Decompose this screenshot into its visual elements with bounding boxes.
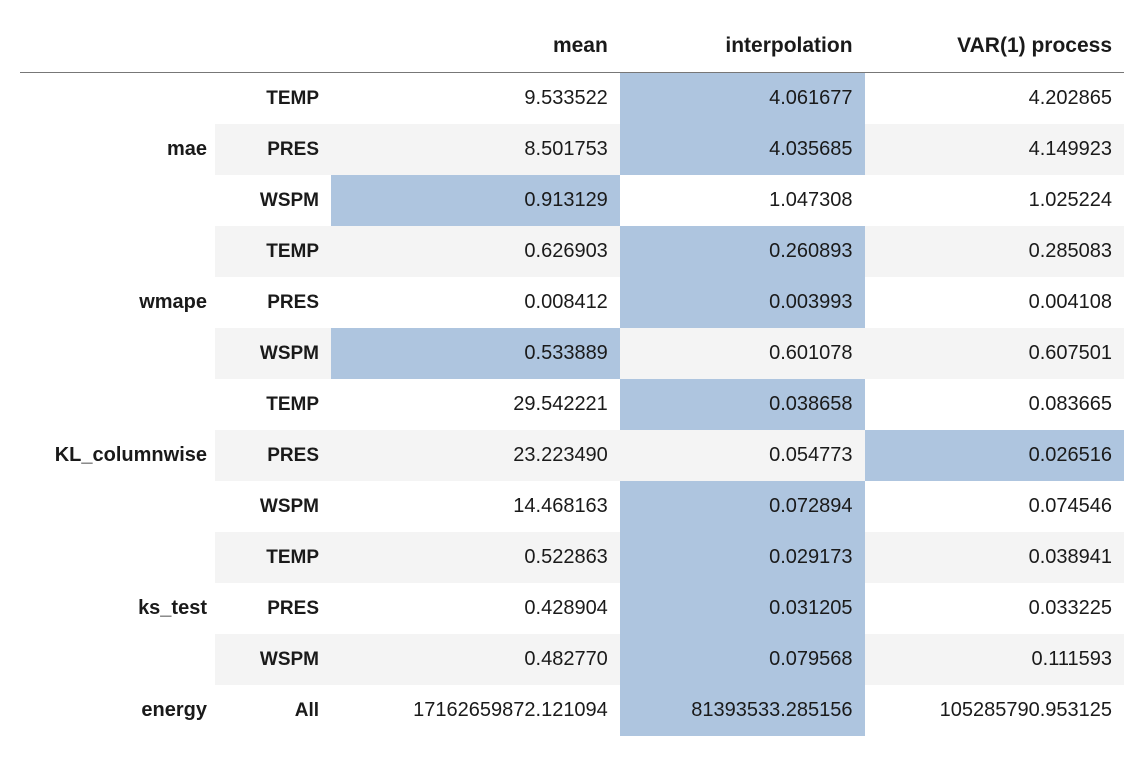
sub-all: All (215, 685, 331, 736)
cell-value: 0.482770 (331, 634, 620, 685)
cell-value: 4.035685 (620, 124, 865, 175)
cell-value: 4.202865 (865, 73, 1124, 125)
cell-value: 0.003993 (620, 277, 865, 328)
sub-pres: PRES (215, 124, 331, 175)
cell-value: 0.038658 (620, 379, 865, 430)
cell-value: 0.008412 (331, 277, 620, 328)
group-mae: mae (20, 73, 215, 227)
cell-value: 0.038941 (865, 532, 1124, 583)
cell-value: 4.061677 (620, 73, 865, 125)
header-mean: mean (331, 20, 620, 73)
sub-temp: TEMP (215, 532, 331, 583)
sub-pres: PRES (215, 583, 331, 634)
header-var1: VAR(1) process (865, 20, 1124, 73)
cell-value: 1.025224 (865, 175, 1124, 226)
cell-value: 0.004108 (865, 277, 1124, 328)
header-interpolation: interpolation (620, 20, 865, 73)
cell-value: 0.601078 (620, 328, 865, 379)
cell-value: 8.501753 (331, 124, 620, 175)
cell-value: 0.074546 (865, 481, 1124, 532)
cell-value: 81393533.285156 (620, 685, 865, 736)
cell-value: 0.260893 (620, 226, 865, 277)
cell-value: 0.029173 (620, 532, 865, 583)
metrics-table: mean interpolation VAR(1) process mae TE… (20, 20, 1124, 736)
cell-value: 0.083665 (865, 379, 1124, 430)
cell-value: 17162659872.121094 (331, 685, 620, 736)
cell-value: 0.626903 (331, 226, 620, 277)
cell-value: 0.522863 (331, 532, 620, 583)
sub-pres: PRES (215, 277, 331, 328)
group-kl: KL_columnwise (20, 379, 215, 532)
cell-value: 0.428904 (331, 583, 620, 634)
cell-value: 0.079568 (620, 634, 865, 685)
cell-value: 0.026516 (865, 430, 1124, 481)
group-ks: ks_test (20, 532, 215, 685)
sub-temp: TEMP (215, 379, 331, 430)
cell-value: 4.149923 (865, 124, 1124, 175)
sub-temp: TEMP (215, 73, 331, 125)
cell-value: 0.285083 (865, 226, 1124, 277)
sub-wspm: WSPM (215, 328, 331, 379)
header-blank2 (215, 20, 331, 73)
cell-value: 23.223490 (331, 430, 620, 481)
sub-wspm: WSPM (215, 481, 331, 532)
cell-value: 0.607501 (865, 328, 1124, 379)
group-energy: energy (20, 685, 215, 736)
cell-value: 105285790.953125 (865, 685, 1124, 736)
sub-temp: TEMP (215, 226, 331, 277)
cell-value: 29.542221 (331, 379, 620, 430)
sub-wspm: WSPM (215, 175, 331, 226)
cell-value: 0.913129 (331, 175, 620, 226)
cell-value: 1.047308 (620, 175, 865, 226)
group-wmape: wmape (20, 226, 215, 379)
header-blank1 (20, 20, 215, 73)
cell-value: 14.468163 (331, 481, 620, 532)
cell-value: 9.533522 (331, 73, 620, 125)
cell-value: 0.533889 (331, 328, 620, 379)
sub-wspm: WSPM (215, 634, 331, 685)
cell-value: 0.031205 (620, 583, 865, 634)
cell-value: 0.054773 (620, 430, 865, 481)
cell-value: 0.111593 (865, 634, 1124, 685)
cell-value: 0.033225 (865, 583, 1124, 634)
sub-pres: PRES (215, 430, 331, 481)
cell-value: 0.072894 (620, 481, 865, 532)
